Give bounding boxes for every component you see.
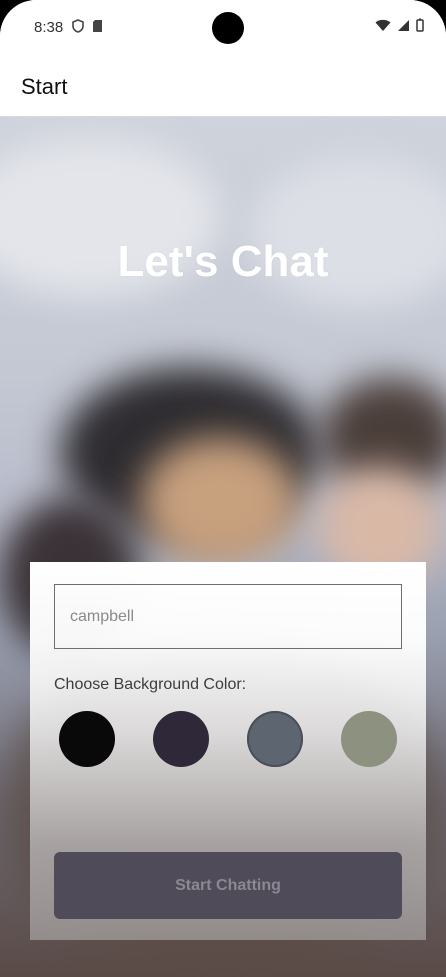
name-input[interactable] [54, 584, 402, 649]
choose-color-label: Choose Background Color: [54, 676, 247, 693]
color-swatch-slate[interactable] [247, 711, 303, 767]
color-swatch-sage[interactable] [341, 711, 397, 767]
color-swatch-dark-purple[interactable] [153, 711, 209, 767]
front-camera [212, 12, 244, 44]
signal-icon [398, 19, 409, 31]
app-bar: Start [0, 56, 446, 117]
status-time: 8:38 [34, 19, 64, 36]
wifi-icon [375, 19, 391, 31]
sd-card-icon [93, 20, 102, 32]
status-bar: 8:38 [0, 0, 446, 56]
color-swatch-black[interactable] [59, 711, 115, 767]
shield-icon [72, 19, 84, 33]
battery-icon [416, 18, 424, 32]
status-right-icons [375, 18, 424, 32]
app-bar-title: Start [21, 74, 68, 99]
status-left-icons [72, 19, 103, 33]
start-chatting-button[interactable]: Start Chatting [54, 852, 402, 919]
phone-screen: 8:38 Start Let's Chat campbell Choose Ba… [0, 0, 446, 977]
photo-blur-shape [140, 437, 300, 567]
hero-title: Let's Chat [117, 237, 329, 286]
form-card: Choose Background Color: Start Chatting [30, 562, 426, 940]
